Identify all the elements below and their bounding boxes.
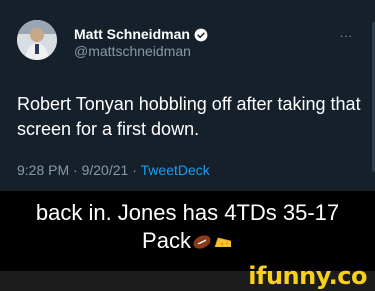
meme-caption: back in. Jones has 4TDs 35-17 Pack — [0, 199, 375, 255]
tweet-date[interactable]: 9/20/21 — [82, 162, 129, 178]
ifunny-logo: ifunny.co — [248, 262, 367, 290]
caption-line-2-text: Pack — [142, 228, 191, 253]
caption-line-1: back in. Jones has 4TDs 35-17 — [35, 200, 340, 225]
tweet-meta: 9:28 PM · 9/20/21 · TweetDeck — [17, 162, 210, 178]
author-name[interactable]: Matt Schneidman — [74, 26, 190, 43]
verified-badge-icon — [194, 28, 208, 41]
avatar[interactable] — [17, 20, 57, 60]
tweet-text: Robert Tonyan hobbling off after taking … — [17, 94, 361, 139]
football-icon — [193, 235, 211, 249]
tweet-source-link[interactable]: TweetDeck — [141, 162, 210, 178]
more-options-icon[interactable]: ... — [340, 26, 353, 40]
cheese-icon — [214, 237, 232, 248]
meta-separator: · — [132, 162, 137, 178]
meta-separator: · — [73, 162, 78, 178]
author-handle[interactable]: @mattschneidman — [74, 43, 208, 60]
caption-line-2: Pack — [0, 227, 375, 255]
tweet-card: Matt Schneidman @mattschneidman ... Robe… — [0, 0, 375, 191]
tweet-time[interactable]: 9:28 PM — [17, 162, 69, 178]
tweet-author[interactable]: Matt Schneidman @mattschneidman — [74, 26, 208, 60]
